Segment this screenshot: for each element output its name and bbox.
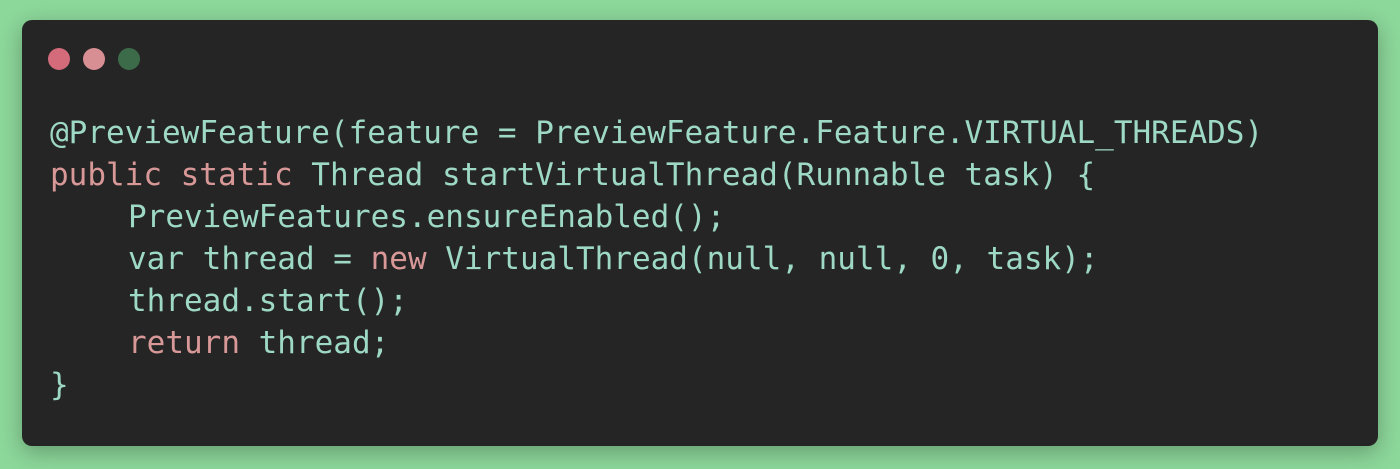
close-dot-icon[interactable]: [48, 48, 70, 70]
code-keyword: new: [370, 241, 427, 277]
minimize-dot-icon[interactable]: [83, 48, 105, 70]
code-window: @PreviewFeature(feature = PreviewFeature…: [22, 20, 1378, 446]
code-line: }: [50, 364, 1263, 406]
code-line: return thread;: [50, 322, 1263, 364]
code-line: public static Thread startVirtualThread(…: [50, 154, 1263, 196]
code-token: thread.start();: [128, 283, 408, 319]
code-block: @PreviewFeature(feature = PreviewFeature…: [50, 112, 1263, 406]
code-token: }: [50, 367, 69, 403]
code-line: @PreviewFeature(feature = PreviewFeature…: [50, 112, 1263, 154]
maximize-dot-icon[interactable]: [118, 48, 140, 70]
code-token: var thread =: [128, 241, 371, 277]
code-token: VirtualThread(null, null, 0, task);: [426, 241, 1099, 277]
code-keyword: return: [128, 325, 240, 361]
code-token: PreviewFeatures.ensureEnabled();: [128, 199, 726, 235]
code-line: PreviewFeatures.ensureEnabled();: [50, 196, 1263, 238]
code-keyword: public static: [50, 157, 293, 193]
code-line: thread.start();: [50, 280, 1263, 322]
code-token: @PreviewFeature(feature = PreviewFeature…: [50, 115, 1264, 151]
code-token: Thread startVirtualThread(Runnable task)…: [292, 157, 1096, 193]
code-token: thread;: [239, 325, 390, 361]
code-line: var thread = new VirtualThread(null, nul…: [50, 238, 1263, 280]
window-controls: [48, 48, 140, 70]
